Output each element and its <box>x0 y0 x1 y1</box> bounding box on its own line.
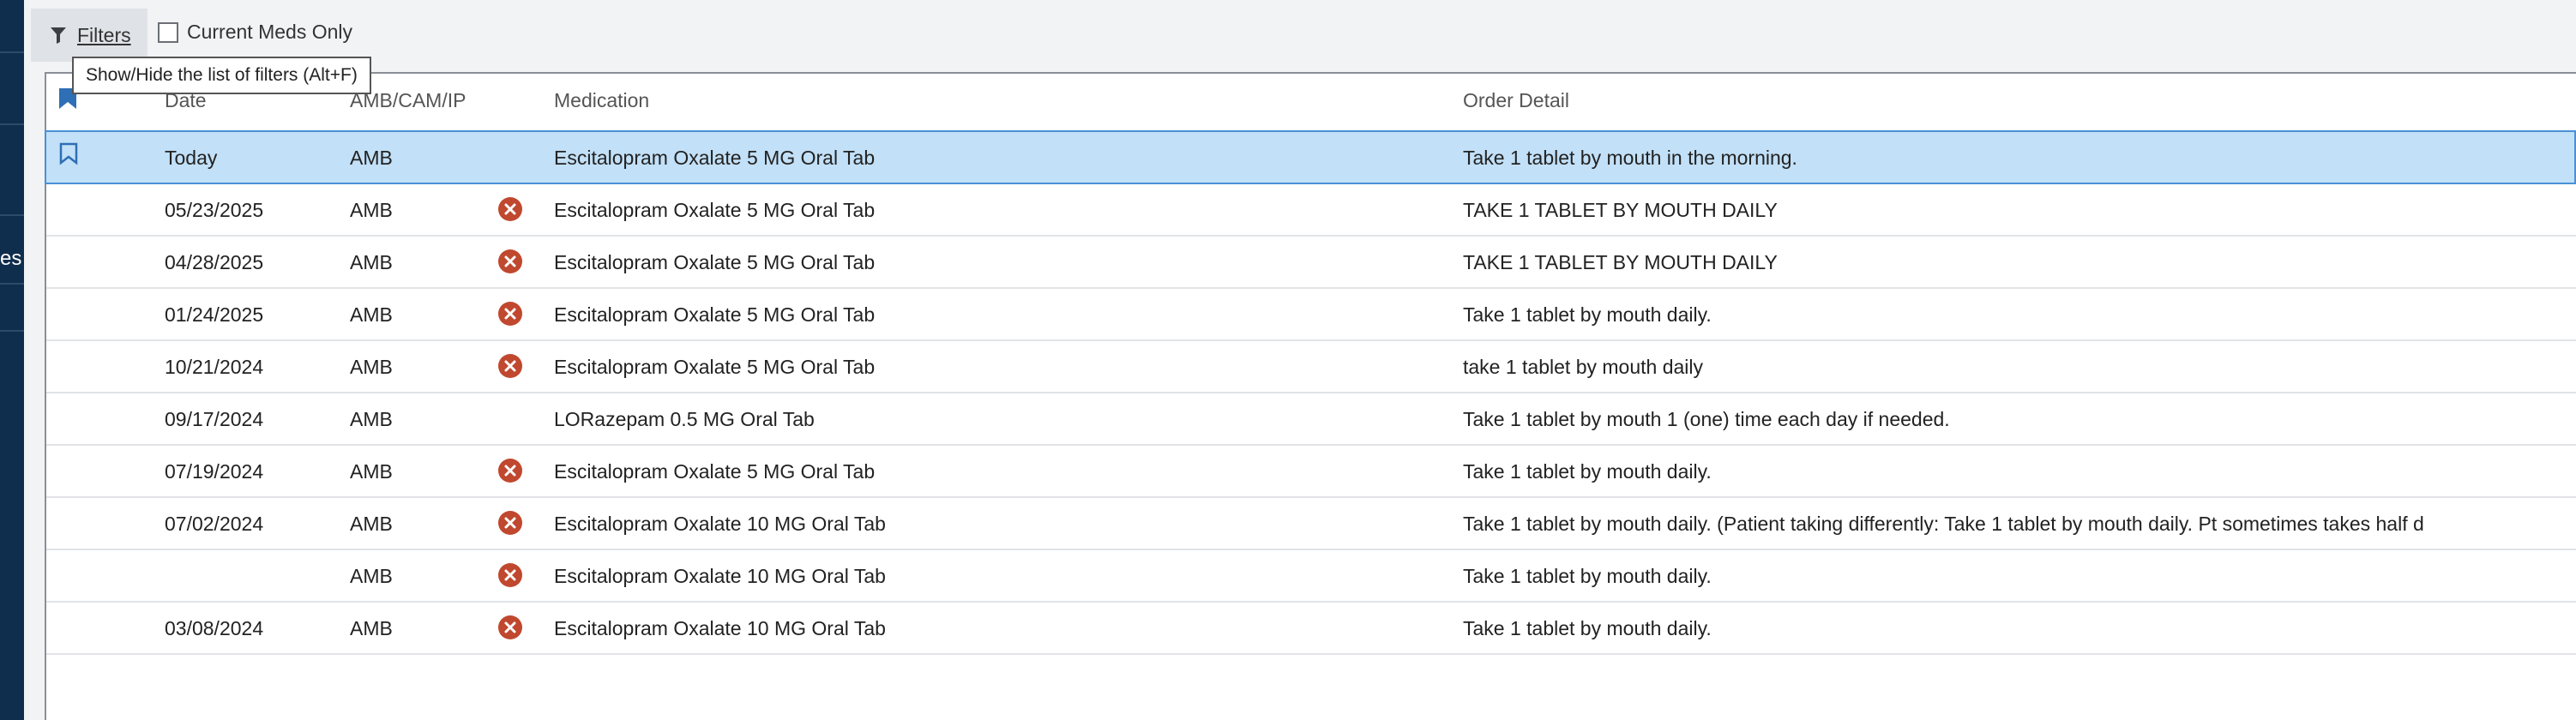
date-cell: Today <box>165 147 218 169</box>
column-header-medication[interactable]: Medication <box>554 89 649 112</box>
table-row[interactable]: 05/23/2025 AMB Escitalopram Oxalate 5 MG O… <box>46 184 2576 237</box>
source-cell: AMB <box>350 147 393 169</box>
order-detail-cell: TAKE 1 TABLET BY MOUTH DAILY <box>1463 199 1778 221</box>
table-row[interactable]: 07/02/2024 AMB Escitalopram Oxalate 10 MG … <box>46 498 2576 550</box>
x-circle-icon <box>498 302 522 326</box>
table-row[interactable]: 03/08/2024 AMB Escitalopram Oxalate 10 MG … <box>46 603 2576 655</box>
medication-cell: Escitalopram Oxalate 5 MG Oral Tab <box>554 251 876 273</box>
date-cell: 01/24/2025 <box>165 303 264 326</box>
table-row[interactable]: 07/19/2024 AMB Escitalopram Oxalate 5 MG O… <box>46 446 2576 498</box>
date-cell: 09/17/2024 <box>165 408 264 430</box>
medication-cell: Escitalopram Oxalate 5 MG Oral Tab <box>554 147 876 169</box>
nav-separator <box>0 51 24 53</box>
nav-separator <box>0 214 24 216</box>
funnel-icon <box>51 27 66 44</box>
order-detail-cell: TAKE 1 TABLET BY MOUTH DAILY <box>1463 251 1778 273</box>
medication-table: Date AMB/CAM/IP Medication Order Detail … <box>45 72 2576 720</box>
table-row[interactable]: 04/28/2025 AMB Escitalopram Oxalate 5 MG O… <box>46 237 2576 289</box>
order-detail-cell: Take 1 tablet by mouth daily. (Patient t… <box>1463 513 2424 535</box>
x-circle-icon <box>498 354 522 378</box>
source-cell: AMB <box>350 565 393 587</box>
medication-cell: Escitalopram Oxalate 10 MG Oral Tab <box>554 617 886 639</box>
date-cell: 04/28/2025 <box>165 251 264 273</box>
order-detail-cell: Take 1 tablet by mouth daily. <box>1463 617 1712 639</box>
table-row[interactable]: Today AMB Escitalopram Oxalate 5 MG Oral T… <box>45 130 2576 184</box>
order-detail-cell: Take 1 tablet by mouth daily. <box>1463 460 1712 483</box>
x-circle-icon <box>498 511 522 535</box>
source-cell: AMB <box>350 460 393 483</box>
source-cell: AMB <box>350 303 393 326</box>
order-detail-cell: Take 1 tablet by mouth 1 (one) time each… <box>1463 408 1950 430</box>
source-cell: AMB <box>350 251 393 273</box>
table-row[interactable]: AMB Escitalopram Oxalate 10 MG Oral Tab Ta… <box>46 550 2576 603</box>
x-circle-icon <box>498 615 522 639</box>
toolbar: Filters Current Meds Only <box>24 0 2576 70</box>
x-circle-icon <box>498 459 522 483</box>
filters-tooltip: Show/Hide the list of filters (Alt+F) <box>72 57 371 94</box>
table-row[interactable]: 09/17/2024 AMB LORazepam 0.5 MG Oral Tab Ta… <box>46 393 2576 446</box>
current-meds-label: Current Meds Only <box>187 21 353 43</box>
column-header-order-detail[interactable]: Order Detail <box>1463 89 1569 112</box>
filters-button[interactable]: Filters <box>31 9 147 62</box>
source-cell: AMB <box>350 199 393 221</box>
medication-cell: Escitalopram Oxalate 10 MG Oral Tab <box>554 513 886 535</box>
nav-separator <box>0 283 24 285</box>
table-row[interactable]: 10/21/2024 AMB Escitalopram Oxalate 5 MG O… <box>46 341 2576 393</box>
x-circle-icon <box>498 197 522 221</box>
source-cell: AMB <box>350 356 393 378</box>
medication-cell: Escitalopram Oxalate 5 MG Oral Tab <box>554 460 876 483</box>
medication-cell: LORazepam 0.5 MG Oral Tab <box>554 408 815 430</box>
bookmark-outline-icon[interactable] <box>58 142 79 166</box>
medication-cell: Escitalopram Oxalate 5 MG Oral Tab <box>554 303 876 326</box>
x-circle-icon <box>498 249 522 273</box>
nav-separator <box>0 123 24 125</box>
order-detail-cell: take 1 tablet by mouth daily <box>1463 356 1703 378</box>
medication-cell: Escitalopram Oxalate 5 MG Oral Tab <box>554 199 876 221</box>
date-cell: 07/02/2024 <box>165 513 264 535</box>
filters-label: Filters <box>77 23 131 46</box>
date-cell: 03/08/2024 <box>165 617 264 639</box>
order-detail-cell: Take 1 tablet by mouth daily. <box>1463 565 1712 587</box>
order-detail-cell: Take 1 tablet by mouth daily. <box>1463 303 1712 326</box>
source-cell: AMB <box>350 513 393 535</box>
current-meds-toggle[interactable]: Current Meds Only <box>158 21 352 44</box>
nav-separator <box>0 330 24 332</box>
date-cell: 10/21/2024 <box>165 356 264 378</box>
table-header: Date AMB/CAM/IP Medication Order Detail <box>46 74 2576 130</box>
x-circle-icon <box>498 563 522 587</box>
order-detail-cell: Take 1 tablet by mouth in the morning. <box>1463 147 1797 169</box>
nav-item-fragment[interactable]: es <box>0 247 21 271</box>
medication-cell: Escitalopram Oxalate 5 MG Oral Tab <box>554 356 876 378</box>
source-cell: AMB <box>350 408 393 430</box>
current-meds-checkbox[interactable] <box>158 21 178 43</box>
table-row[interactable]: 01/24/2025 AMB Escitalopram Oxalate 5 MG O… <box>46 289 2576 341</box>
date-cell: 07/19/2024 <box>165 460 264 483</box>
table-body: Today AMB Escitalopram Oxalate 5 MG Oral T… <box>45 130 2576 655</box>
left-nav: es <box>0 0 24 720</box>
medication-cell: Escitalopram Oxalate 10 MG Oral Tab <box>554 565 886 587</box>
source-cell: AMB <box>350 617 393 639</box>
date-cell: 05/23/2025 <box>165 199 264 221</box>
